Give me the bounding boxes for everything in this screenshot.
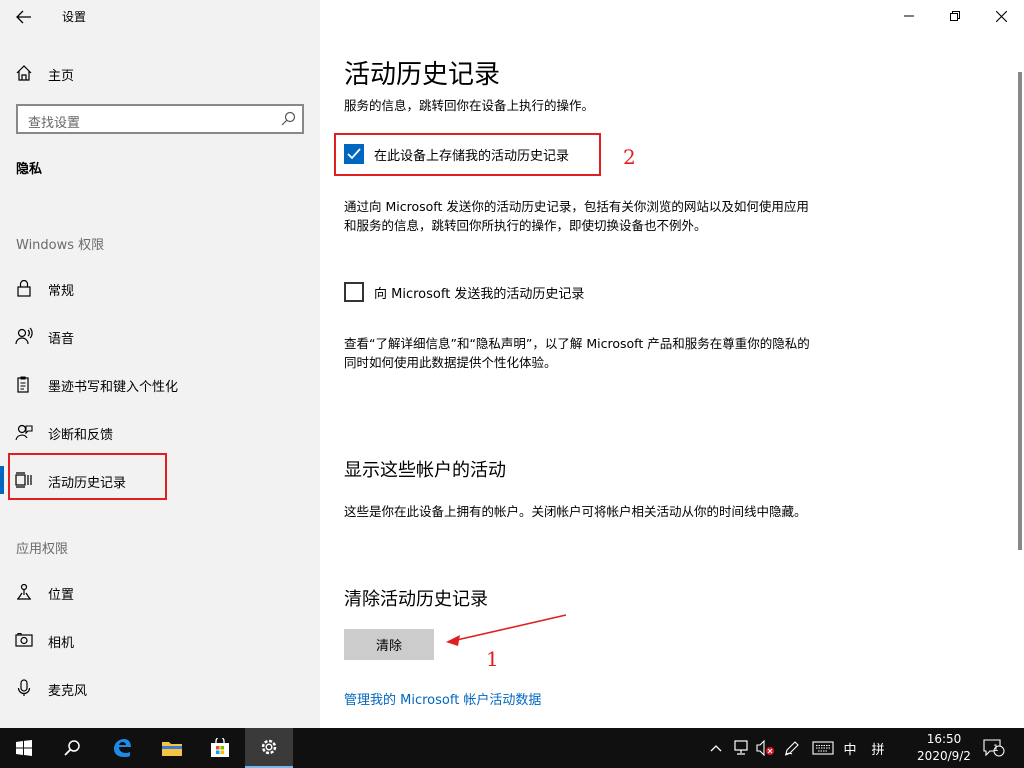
sidebar-item-label: 相机 (48, 636, 75, 651)
sidebar-item-general[interactable]: 常规 (0, 266, 320, 310)
annotation-number-1: 1 (486, 647, 499, 671)
clock-time: 16:50 (926, 732, 962, 746)
clear-button[interactable]: 清除 (344, 629, 434, 660)
taskbar: 中 拼 16:50 2020/9/2 1 (0, 728, 1024, 768)
page-title: 活动历史记录 (344, 60, 501, 90)
action-center-button[interactable]: 1 (980, 728, 1008, 768)
sidebar-item-diagnostics[interactable]: 诊断和反馈 (0, 410, 320, 454)
sidebar: 设置 主页 查找设置 隐私 Windows 权限 常规 语音 墨迹书写和键入个性… (0, 0, 320, 728)
settings-taskbar-button[interactable] (245, 728, 293, 768)
section-app-permissions: 应用权限 (16, 542, 69, 557)
edge-browser-button[interactable] (98, 728, 146, 768)
annotation-highlight-box (8, 453, 167, 500)
tray-overflow-button[interactable] (706, 728, 726, 768)
keyboard-icon (812, 741, 834, 755)
send-history-description: 通过向 Microsoft 发送你的活动历史记录，包括有关你浏览的网站以及如何使… (344, 199, 809, 233)
restore-icon (950, 11, 960, 21)
sidebar-item-label: 麦克风 (48, 684, 88, 699)
taskbar-search-button[interactable] (48, 728, 96, 768)
sidebar-item-camera[interactable]: 相机 (0, 618, 320, 662)
chevron-up-icon (710, 745, 722, 752)
notification-count: 1 (993, 744, 999, 754)
search-placeholder: 查找设置 (28, 116, 81, 131)
touch-keyboard-button[interactable] (808, 728, 838, 768)
feedback-icon (14, 422, 34, 442)
sidebar-item-label: 诊断和反馈 (48, 428, 114, 443)
search-icon (281, 111, 296, 126)
microphone-icon (14, 678, 34, 698)
back-arrow-icon (16, 10, 31, 24)
file-explorer-button[interactable] (148, 728, 196, 768)
volume-button[interactable] (754, 728, 778, 768)
pen-workspace-button[interactable] (780, 728, 804, 768)
camera-icon (14, 630, 34, 650)
sidebar-item-label: 语音 (48, 332, 75, 347)
gear-icon (261, 739, 277, 755)
close-icon (995, 10, 1007, 22)
search-icon (64, 740, 80, 756)
category-title: 隐私 (16, 162, 43, 177)
minimize-button[interactable] (886, 0, 932, 32)
location-icon (14, 582, 34, 602)
annotation-highlight-box (334, 133, 601, 176)
annotation-arrow (446, 614, 567, 646)
send-history-checkbox-row[interactable]: 向 Microsoft 发送我的活动历史记录 (344, 280, 584, 304)
sidebar-item-label: 墨迹书写和键入个性化 (48, 380, 179, 395)
sidebar-item-location[interactable]: 位置 (0, 570, 320, 614)
pen-clipboard-icon (14, 374, 34, 394)
intro-text: 服务的信息，跳转回你在设备上执行的操作。 (344, 98, 595, 113)
accounts-heading: 显示这些帐户的活动 (344, 460, 506, 481)
section-windows-permissions: Windows 权限 (16, 238, 105, 253)
lock-icon (14, 278, 34, 298)
close-button[interactable] (978, 0, 1024, 32)
manage-activity-link[interactable]: 管理我的 Microsoft 帐户活动数据 (344, 689, 541, 708)
volume-muted-icon (756, 740, 774, 756)
sidebar-item-label: 常规 (48, 284, 75, 299)
sidebar-item-label: 位置 (48, 588, 75, 603)
ime-mode-button[interactable]: 拼 (866, 728, 890, 768)
ime-language-button[interactable]: 中 (838, 728, 862, 768)
pen-icon (784, 741, 799, 756)
windows-logo-icon (16, 740, 32, 756)
scrollbar[interactable] (1018, 72, 1022, 550)
folder-icon (162, 742, 182, 756)
restore-button[interactable] (932, 0, 978, 32)
annotation-number-2: 2 (623, 145, 636, 169)
store-icon (211, 738, 229, 757)
back-button[interactable] (6, 3, 42, 31)
clock[interactable]: 16:50 2020/9/2 (912, 731, 976, 765)
sidebar-item-home[interactable]: 主页 (0, 56, 320, 90)
sidebar-item-inking-typing[interactable]: 墨迹书写和键入个性化 (0, 362, 320, 406)
sidebar-item-label: 主页 (48, 69, 75, 84)
active-indicator (0, 466, 4, 494)
store-button[interactable] (196, 728, 244, 768)
clear-heading: 清除活动历史记录 (344, 589, 488, 610)
minimize-icon (904, 15, 914, 17)
edge-icon (114, 739, 131, 757)
network-icon (734, 740, 748, 755)
network-button[interactable] (728, 728, 754, 768)
search-input[interactable]: 查找设置 (16, 104, 304, 134)
privacy-description: 查看“了解详细信息”和“隐私声明”，以了解 Microsoft 产品和服务在尊重… (344, 336, 810, 370)
main-content: 活动历史记录 服务的信息，跳转回你在设备上执行的操作。 在此设备上存储我的活动历… (320, 0, 1024, 728)
sidebar-item-microphone[interactable]: 麦克风 (0, 666, 320, 710)
speech-icon (14, 326, 34, 346)
start-button[interactable] (0, 728, 48, 768)
home-icon (14, 63, 34, 83)
sidebar-item-speech[interactable]: 语音 (0, 314, 320, 358)
send-history-label: 向 Microsoft 发送我的活动历史记录 (374, 286, 585, 302)
app-title: 设置 (62, 10, 87, 24)
send-history-checkbox[interactable] (344, 282, 364, 302)
accounts-description: 这些是你在此设备上拥有的帐户。关闭帐户可将帐户相关活动从你的时间线中隐藏。 (344, 504, 807, 519)
clock-date: 2020/9/2 (917, 749, 971, 763)
